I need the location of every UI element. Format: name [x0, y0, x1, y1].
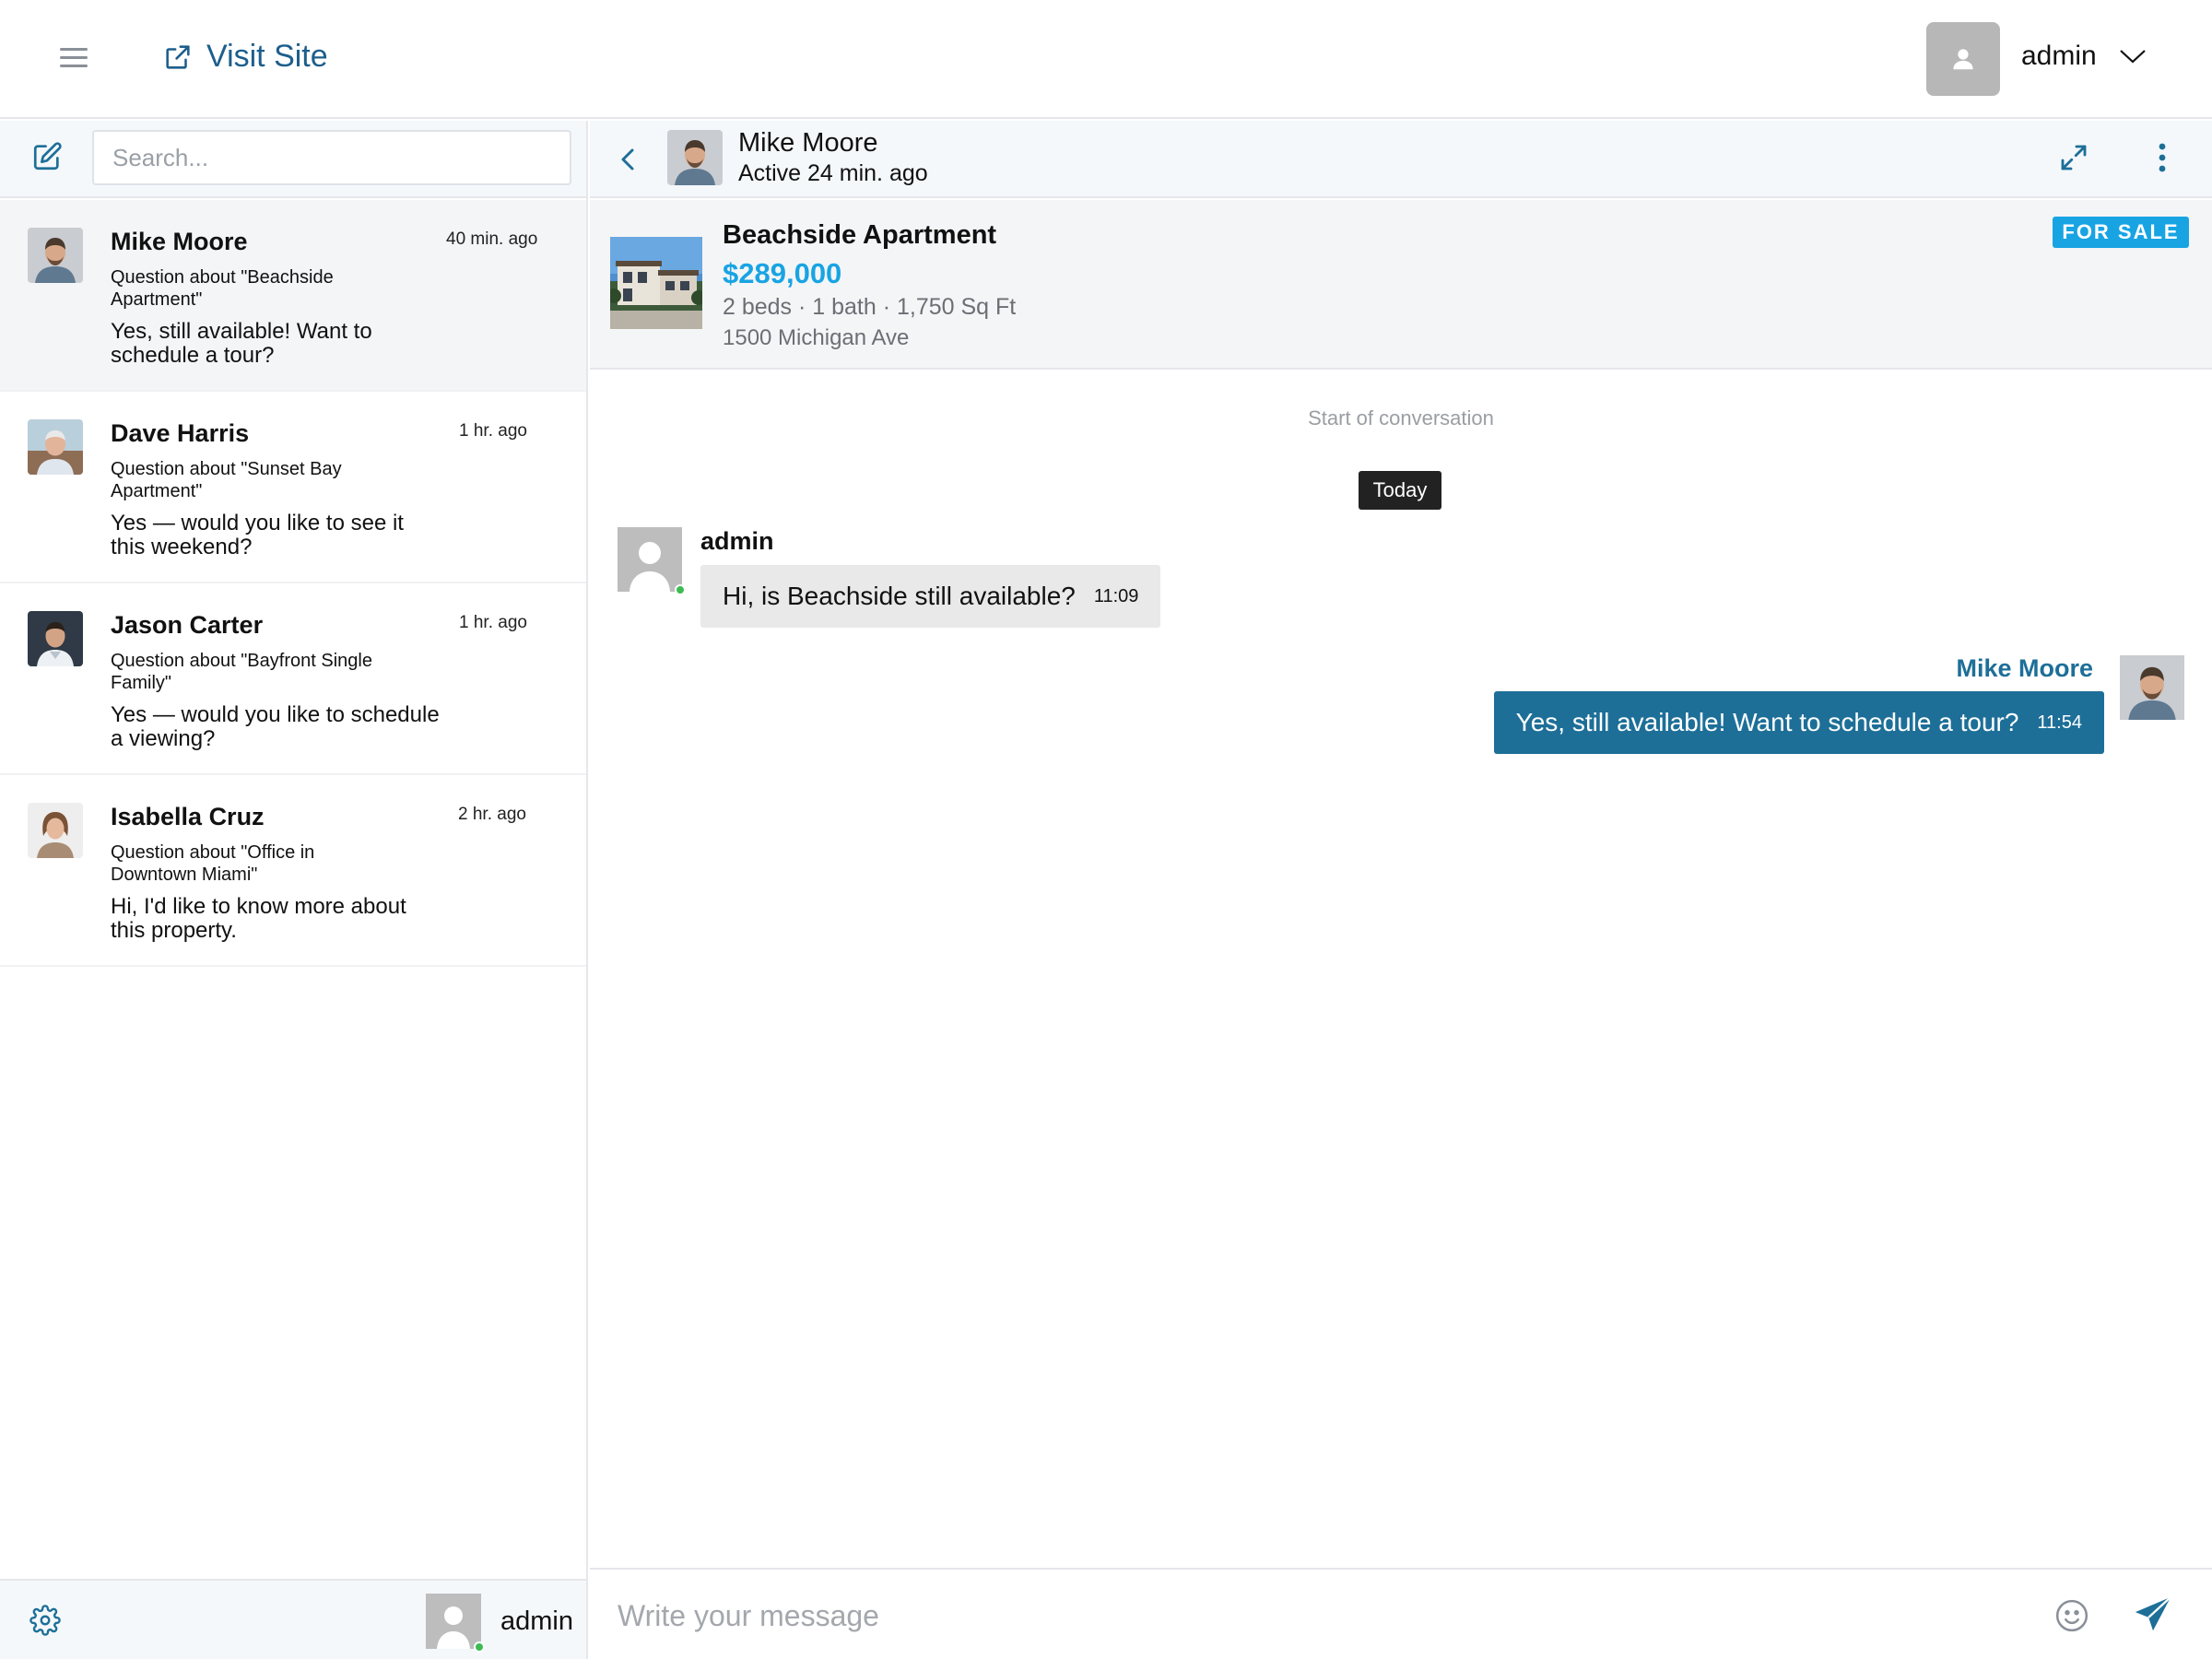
avatar: [28, 228, 83, 283]
sidebar-header: [0, 121, 586, 198]
contact-name: Jason Carter: [111, 611, 264, 639]
message-text: Hi, is Beachside still available?: [723, 582, 1076, 610]
user-icon: [1953, 49, 1973, 70]
conversation-start-label: Start of conversation: [1308, 406, 1494, 429]
status-badge: FOR SALE: [2053, 217, 2189, 248]
conversation-sidebar: Mike Moore 40 min. ago Question about "B…: [0, 121, 588, 1659]
date-divider: Today: [1359, 471, 1441, 510]
contact-name: Mike Moore: [111, 228, 248, 255]
message-input[interactable]: [618, 1590, 1816, 1641]
conversation-item[interactable]: Jason Carter 1 hr. ago Question about "B…: [0, 583, 586, 775]
send-icon[interactable]: [2132, 1594, 2174, 1636]
contact-name: Isabella Cruz: [111, 803, 265, 830]
settings-icon[interactable]: [29, 1605, 61, 1636]
external-link-icon: [166, 44, 190, 69]
message-sender: admin: [700, 527, 774, 555]
avatar: [667, 130, 723, 185]
expand-icon[interactable]: [2057, 141, 2090, 174]
conversation-item[interactable]: Mike Moore 40 min. ago Question about "B…: [0, 200, 586, 392]
back-icon[interactable]: [618, 141, 640, 178]
message-text: Yes, still available! Want to schedule a…: [1515, 708, 2019, 736]
message-time: 11:54: [2037, 712, 2082, 733]
top-bar: Visit Site admin: [0, 0, 2212, 119]
conversation-item[interactable]: Isabella Cruz 2 hr. ago Question about "…: [0, 775, 586, 967]
conversation-subject: Question about "Sunset Bay Apartment": [111, 459, 342, 501]
current-user-name: admin: [500, 1606, 573, 1636]
contact-name: Mike Moore: [738, 128, 878, 158]
avatar: [426, 1594, 485, 1653]
avatar: [28, 419, 83, 475]
chat-panel: Mike Moore Active 24 min. ago Beachside …: [590, 121, 2212, 1659]
visit-site-label: Visit Site: [206, 39, 328, 74]
online-status-indicator: [474, 1641, 485, 1653]
message-preview: Hi, I'd like to know more about this pro…: [111, 894, 406, 943]
message-preview: Yes — would you like to schedule a viewi…: [111, 702, 440, 751]
conversation-item[interactable]: Dave Harris 1 hr. ago Question about "Su…: [0, 392, 586, 583]
timestamp: 2 hr. ago: [458, 805, 526, 824]
listing-specs: 2 beds · 1 bath · 1,750 Sq Ft: [723, 294, 1017, 320]
conversation-subject: Question about "Beachside Apartment": [111, 267, 334, 310]
message-sender: Mike Moore: [1956, 654, 2093, 682]
timestamp: 40 min. ago: [446, 229, 538, 249]
message-preview: Yes — would you like to see it this week…: [111, 511, 404, 559]
emoji-icon[interactable]: [2053, 1597, 2090, 1634]
online-status-indicator: [675, 584, 686, 595]
contact-status: Active 24 min. ago: [738, 160, 928, 186]
avatar: [28, 803, 83, 858]
listing-price: $289,000: [723, 257, 842, 289]
avatar: [618, 527, 686, 595]
timestamp: 1 hr. ago: [459, 421, 527, 441]
timestamp: 1 hr. ago: [459, 613, 527, 632]
message-bubble: Yes, still available! Want to schedule a…: [1493, 691, 2104, 754]
avatar[interactable]: [1926, 22, 2000, 96]
listing-card[interactable]: Beachside Apartment $289,000 2 beds · 1 …: [590, 200, 2212, 370]
message-preview: Yes, still available! Want to schedule a…: [111, 319, 372, 368]
user-menu[interactable]: admin: [2021, 41, 2147, 72]
conversation-subject: Question about "Bayfront Single Family": [111, 651, 372, 693]
message-bubble: Hi, is Beachside still available? 11:09: [700, 565, 1161, 628]
chat-header: Mike Moore Active 24 min. ago: [590, 121, 2212, 198]
more-vertical-icon[interactable]: [2157, 141, 2168, 174]
menu-icon[interactable]: [57, 48, 90, 70]
contact-name: Dave Harris: [111, 419, 250, 447]
compose-icon[interactable]: [31, 141, 63, 172]
chevron-down-icon: [2119, 50, 2146, 64]
message-time: 11:09: [1093, 585, 1139, 606]
sidebar-footer: admin: [0, 1579, 586, 1659]
listing-title: Beachside Apartment: [723, 220, 997, 250]
property-thumbnail: [610, 237, 702, 329]
user-name: admin: [2021, 41, 2097, 71]
avatar: [2120, 655, 2184, 720]
avatar: [28, 611, 83, 666]
visit-site-link[interactable]: Visit Site: [162, 39, 328, 75]
message-composer: [590, 1568, 2212, 1659]
conversation-subject: Question about "Office in Downtown Miami…: [111, 842, 315, 885]
listing-address: 1500 Michigan Ave: [723, 325, 910, 350]
search-input[interactable]: [92, 130, 571, 185]
